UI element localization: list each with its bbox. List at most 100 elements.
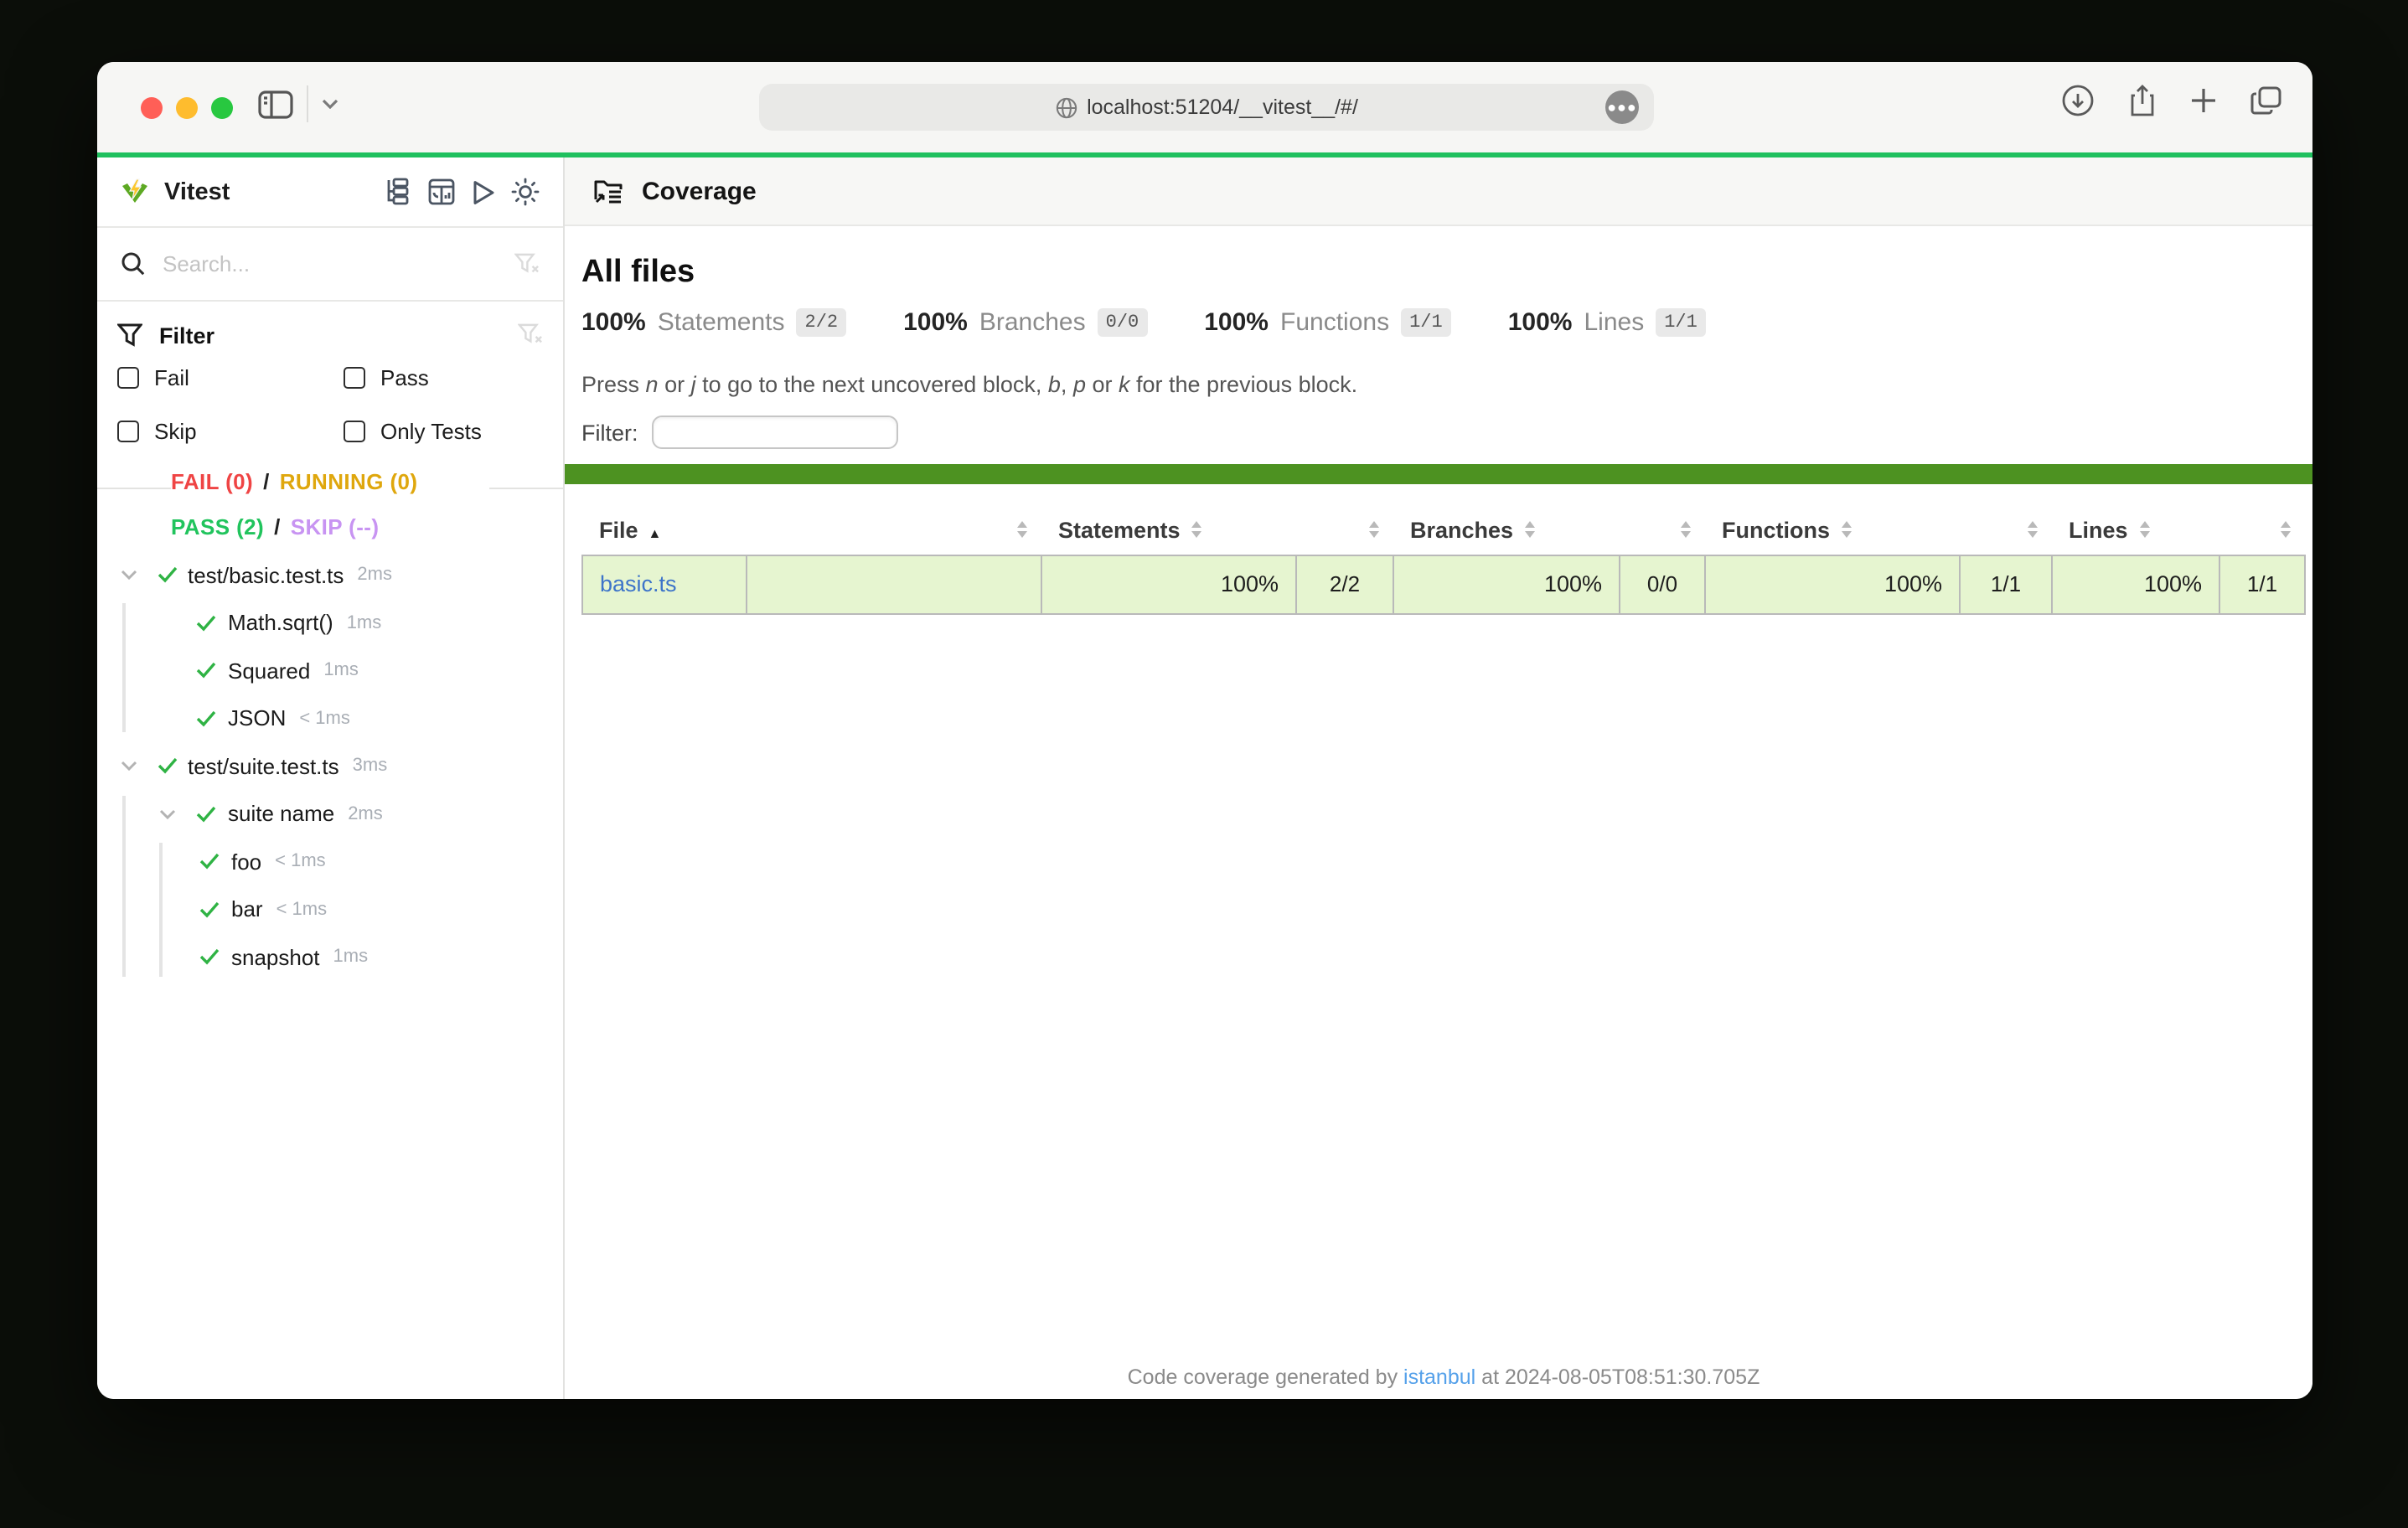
sort-icon[interactable] <box>1192 522 1204 539</box>
filter-title: Filter <box>159 323 214 348</box>
column-header-statements-frac[interactable] <box>1296 508 1393 555</box>
chevron-down-icon[interactable] <box>121 570 137 581</box>
search-input[interactable]: Search... <box>163 251 514 276</box>
column-header-branches-frac[interactable] <box>1620 508 1705 555</box>
new-tab-icon[interactable] <box>2190 87 2217 114</box>
tree-item-test[interactable]: Squared 1ms <box>97 647 563 694</box>
running-count: RUNNING (0) <box>280 469 418 494</box>
column-header-functions[interactable]: Functions <box>1705 508 1960 555</box>
minimize-window-button[interactable] <box>176 97 198 119</box>
tree-item-test[interactable]: bar < 1ms <box>97 885 563 933</box>
sort-icon[interactable] <box>2280 522 2292 539</box>
page-settings-button[interactable]: ●●● <box>1605 90 1639 124</box>
skip-count: SKIP (--) <box>291 514 380 539</box>
check-icon <box>196 710 216 727</box>
sort-icon[interactable] <box>1016 522 1028 539</box>
branches-pct-cell: 100% <box>1393 555 1620 613</box>
desktop: localhost:51204/__vitest__/#/ ●●● <box>0 0 2408 1528</box>
tree-item-file[interactable]: test/suite.test.ts 3ms <box>97 742 563 790</box>
app-title: Vitest <box>164 178 230 205</box>
lines-frac-cell: 1/1 <box>2219 555 2305 613</box>
tree-item-test[interactable]: JSON < 1ms <box>97 694 563 742</box>
sort-icon[interactable] <box>2027 522 2039 539</box>
checkbox-icon[interactable] <box>344 421 365 442</box>
file-link[interactable]: basic.ts <box>583 571 677 596</box>
coverage-footer: Code coverage generated by istanbul at 2… <box>565 1365 2312 1389</box>
metric-statements: 100% Statements 2/2 <box>581 308 846 337</box>
column-header-functions-frac[interactable] <box>1960 508 2052 555</box>
statements-frac-cell: 2/2 <box>1296 555 1393 613</box>
zoom-window-button[interactable] <box>211 97 233 119</box>
table-filter-input[interactable] <box>652 416 898 449</box>
coverage-bar-cell <box>747 555 1041 613</box>
fraction-badge: 2/2 <box>797 308 847 337</box>
pass-count: PASS (2) <box>171 514 264 539</box>
toolbar-divider <box>307 85 308 122</box>
coverage-panel: Coverage All files 100% Statements 2/2 1… <box>563 157 2312 1399</box>
checkbox-icon[interactable] <box>117 367 139 389</box>
dashboard-icon[interactable] <box>427 178 456 206</box>
checkbox-icon[interactable] <box>117 421 139 442</box>
check-icon <box>199 854 220 870</box>
test-run-status: FAIL (0) / RUNNING (0) PASS (2) / SKIP (… <box>171 456 489 550</box>
filter-checkbox-pass[interactable]: Pass <box>344 365 543 390</box>
coverage-table: File▲ Statements Branches Functions Line… <box>581 508 2306 614</box>
coverage-title: Coverage <box>642 177 757 205</box>
sidebar-toggle-icon[interactable] <box>258 90 293 118</box>
close-window-button[interactable] <box>141 97 163 119</box>
clear-filter-icon[interactable] <box>518 323 543 347</box>
column-header-file[interactable]: File▲ <box>582 508 747 555</box>
column-header-statements[interactable]: Statements <box>1041 508 1296 555</box>
tree-item-file[interactable]: test/basic.test.ts 2ms <box>97 551 563 599</box>
tree-item-test[interactable]: snapshot 1ms <box>97 933 563 981</box>
tab-overview-icon[interactable] <box>2250 85 2282 116</box>
sort-icon[interactable] <box>1525 522 1537 539</box>
fraction-badge: 1/1 <box>1401 308 1451 337</box>
tree-item-test[interactable]: Math.sqrt() 1ms <box>97 599 563 647</box>
tree-view-icon[interactable] <box>384 178 412 206</box>
funnel-icon <box>117 323 142 347</box>
vitest-sidebar: Vitest <box>97 157 563 1399</box>
test-tree: test/basic.test.ts 2ms Math.sqrt() 1ms S… <box>97 551 563 981</box>
address-bar-url: localhost:51204/__vitest__/#/ <box>1087 96 1358 119</box>
filter-checkbox-fail[interactable]: Fail <box>117 365 344 390</box>
column-header-chart[interactable] <box>747 508 1041 555</box>
check-icon <box>196 663 216 679</box>
check-icon <box>199 949 220 966</box>
search-row: Search... <box>97 228 563 302</box>
sort-icon[interactable] <box>2140 522 2152 539</box>
check-icon <box>199 901 220 918</box>
downloads-icon[interactable] <box>2061 84 2095 117</box>
chevron-down-icon[interactable] <box>159 809 176 819</box>
sort-ascending-icon: ▲ <box>649 527 662 542</box>
page-title: All files <box>581 255 2306 292</box>
column-header-branches[interactable]: Branches <box>1393 508 1620 555</box>
sidebar-dropdown-chevron-icon[interactable] <box>322 99 338 109</box>
traffic-lights <box>141 97 233 119</box>
fraction-badge: 0/0 <box>1098 308 1148 337</box>
metric-branches: 100% Branches 0/0 <box>903 308 1147 337</box>
sort-icon[interactable] <box>1368 522 1380 539</box>
run-all-icon[interactable] <box>471 178 496 205</box>
share-icon[interactable] <box>2128 84 2157 117</box>
fail-count: FAIL (0) <box>171 469 253 494</box>
istanbul-link[interactable]: istanbul <box>1403 1365 1475 1389</box>
sort-icon[interactable] <box>1842 522 1853 539</box>
sort-icon[interactable] <box>1680 522 1692 539</box>
address-bar[interactable]: localhost:51204/__vitest__/#/ ●●● <box>759 84 1654 131</box>
branches-frac-cell: 0/0 <box>1620 555 1705 613</box>
table-row: basic.ts 100% 2/2 100% 0/0 100% 1/1 100%… <box>582 555 2305 613</box>
filter-checkbox-only-tests[interactable]: Only Tests <box>344 419 543 444</box>
check-icon <box>158 758 178 775</box>
column-header-lines-frac[interactable] <box>2219 508 2305 555</box>
tree-item-test[interactable]: foo < 1ms <box>97 838 563 885</box>
chevron-down-icon[interactable] <box>121 761 137 772</box>
tree-item-suite[interactable]: suite name 2ms <box>97 790 563 838</box>
clear-search-filter-icon[interactable] <box>514 252 540 276</box>
checkbox-icon[interactable] <box>344 367 365 389</box>
filter-checkbox-skip[interactable]: Skip <box>117 419 344 444</box>
browser-toolbar: localhost:51204/__vitest__/#/ ●●● <box>97 62 2312 152</box>
column-header-lines[interactable]: Lines <box>2052 508 2219 555</box>
theme-toggle-icon[interactable] <box>511 178 540 206</box>
lines-pct-cell: 100% <box>2052 555 2219 613</box>
